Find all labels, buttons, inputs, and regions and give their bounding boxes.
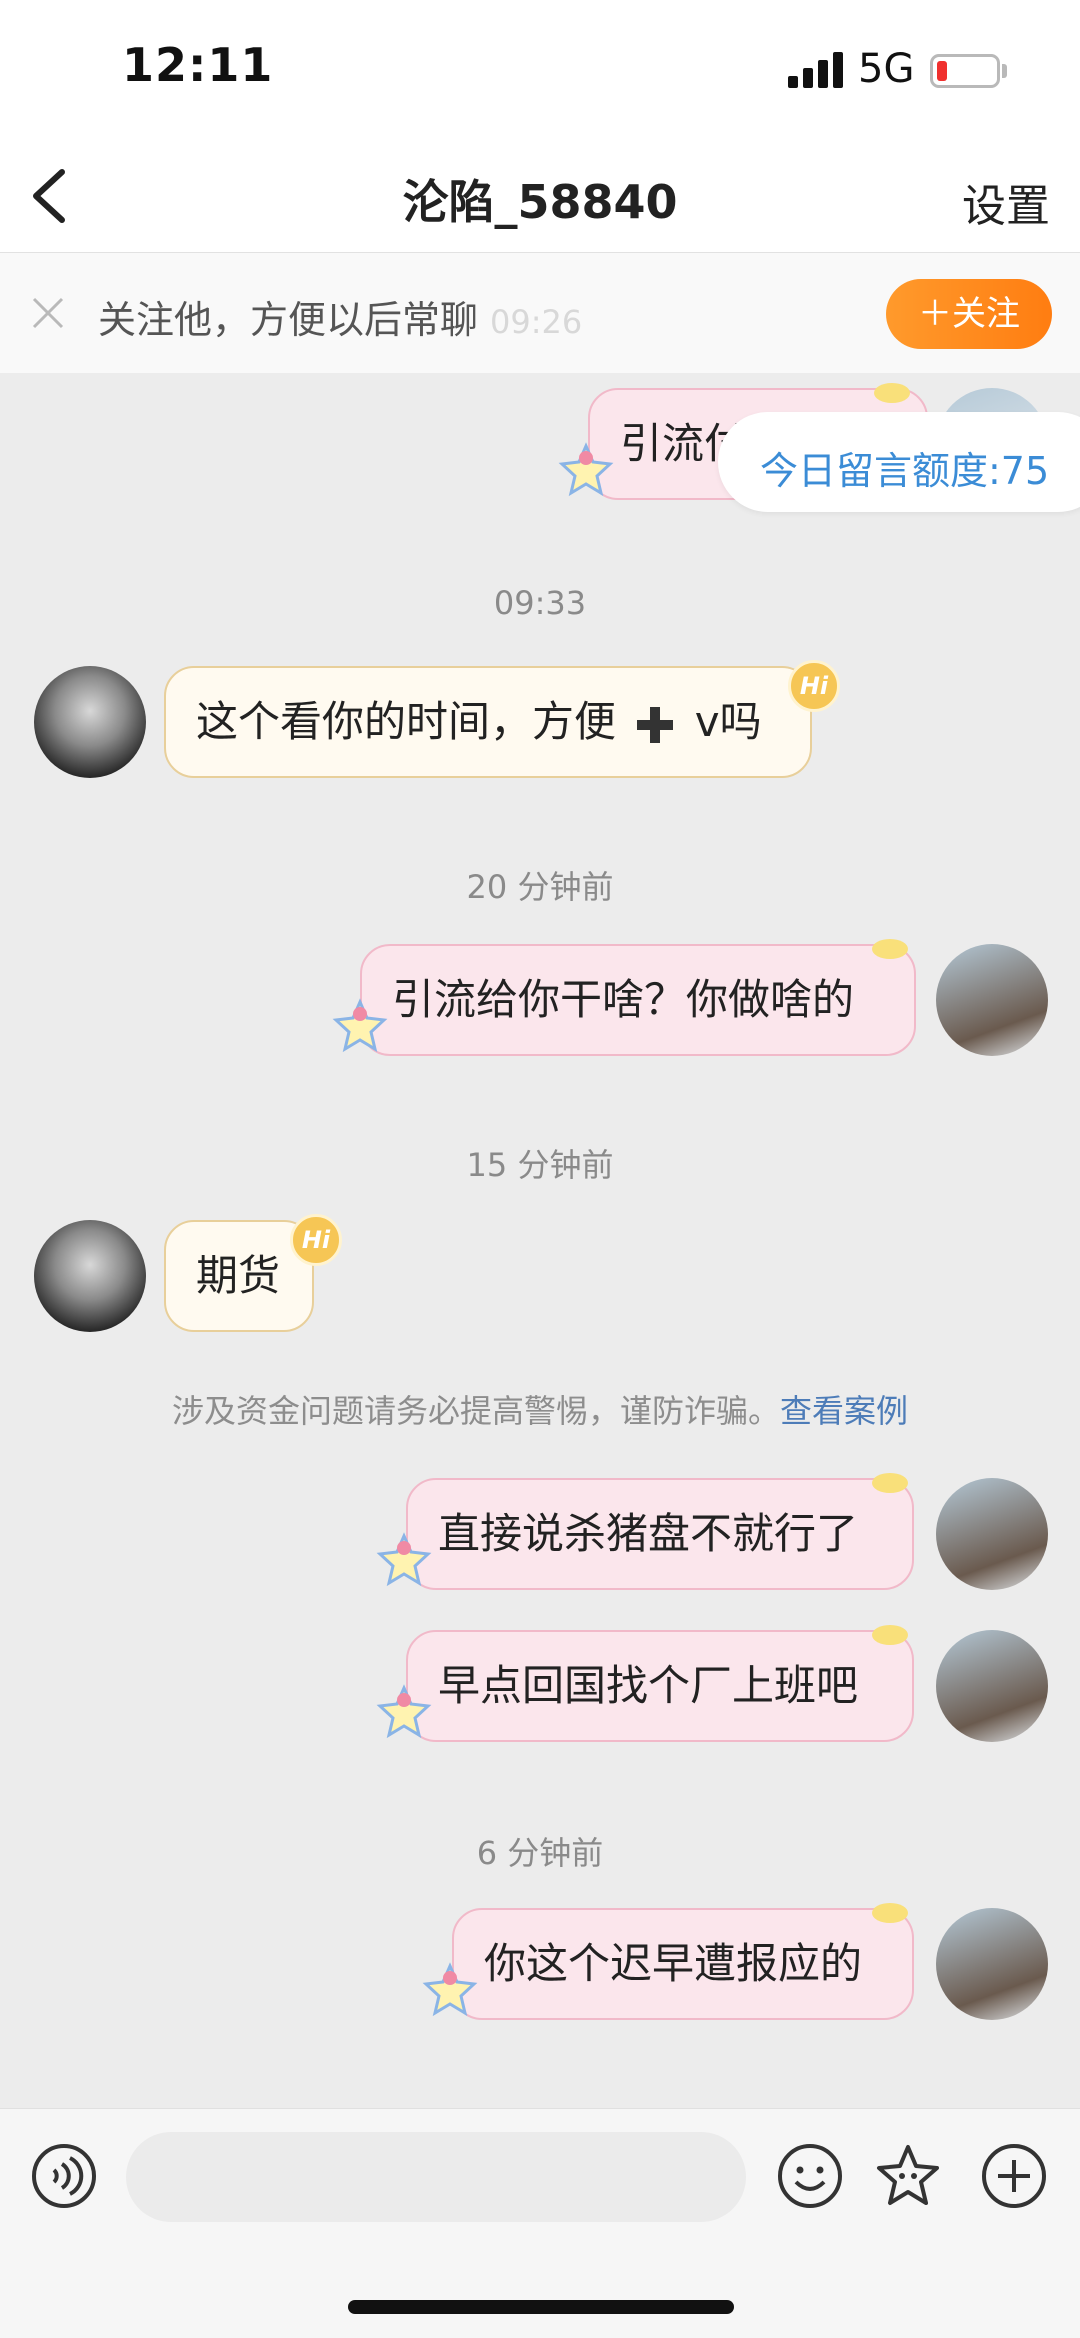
network-type: 5G [858, 46, 915, 92]
timestamp: 6 分钟前 [476, 1834, 604, 1872]
message-bubble-out[interactable]: 你这个迟早遭报应的 [452, 1908, 914, 2020]
contact-avatar[interactable] [34, 666, 146, 778]
message-text: 这个看你的时间，方便 [196, 697, 617, 746]
overlapped-timestamp: 09:26 [490, 303, 583, 341]
sticker-decoration-icon [376, 1684, 432, 1739]
sticker-star-icon[interactable] [874, 2142, 942, 2210]
message-text: 引流给你干啥？你做啥的 [392, 975, 855, 1024]
corner-decoration-icon [872, 1625, 908, 1645]
message-text-suffix: v吗 [694, 697, 762, 746]
message-bubble-out[interactable]: 早点回国找个厂上班吧 [406, 1630, 914, 1742]
sticker-decoration-icon [332, 998, 388, 1053]
status-bar: 12:11 5G [0, 0, 1080, 140]
hi-badge: Hi [290, 1214, 342, 1266]
hi-badge: Hi [788, 660, 840, 712]
my-avatar[interactable] [936, 1478, 1048, 1590]
my-avatar[interactable] [936, 1908, 1048, 2020]
message-bubble-in[interactable]: 这个看你的时间，方便 v吗 [164, 666, 812, 778]
message-bubble-out[interactable]: 直接说杀猪盘不就行了 [406, 1478, 914, 1590]
follow-prompt: 关注他，方便以后常聊 [98, 298, 479, 342]
corner-decoration-icon [872, 1473, 908, 1493]
timestamp: 20 分钟前 [466, 868, 614, 906]
emoji-icon[interactable] [776, 2142, 844, 2210]
message-bubble-out[interactable]: 引流给你干啥？你做啥的 [360, 944, 916, 1056]
corner-decoration-icon [872, 939, 908, 959]
battery-tip [1002, 64, 1007, 78]
close-icon[interactable] [28, 293, 68, 333]
fraud-warning: 涉及资金问题请务必提高警惕，谨防诈骗。查看案例 [0, 1386, 1080, 1432]
timestamp: 15 分钟前 [466, 1146, 614, 1184]
nav-bar: 沦陷_58840 设置 [0, 140, 1080, 253]
plus-emoji-icon [637, 706, 674, 743]
follow-banner: 关注他，方便以后常聊 09:26 ＋关注 [0, 253, 1080, 373]
sticker-decoration-icon [422, 1962, 478, 2017]
follow-button[interactable]: ＋关注 [886, 279, 1052, 349]
warning-text: 涉及资金问题请务必提高警惕，谨防诈骗。 [171, 1392, 780, 1430]
page-title: 沦陷_58840 [402, 175, 678, 229]
message-text: 期货 [196, 1251, 281, 1300]
sticker-decoration-icon [558, 442, 614, 497]
add-icon[interactable] [980, 2142, 1048, 2210]
corner-decoration-icon [874, 383, 910, 403]
my-avatar[interactable] [936, 944, 1048, 1056]
message-input[interactable] [126, 2132, 746, 2222]
voice-icon[interactable] [30, 2142, 98, 2210]
battery-icon [930, 54, 1000, 88]
home-indicator [348, 2300, 734, 2314]
quota-label: 今日留言额度:75 [760, 449, 1050, 493]
quota-badge: 今日留言额度:75 [718, 412, 1080, 512]
message-text: 你这个迟早遭报应的 [484, 1939, 863, 1988]
message-text: 早点回国找个厂上班吧 [438, 1661, 859, 1710]
sticker-decoration-icon [376, 1532, 432, 1587]
view-cases-link[interactable]: 查看案例 [780, 1392, 908, 1430]
status-time: 12:11 [122, 38, 274, 92]
settings-button[interactable]: 设置 [962, 170, 1050, 234]
message-text: 直接说杀猪盘不就行了 [438, 1509, 859, 1558]
timestamp: 09:33 [493, 584, 587, 622]
my-avatar[interactable] [936, 1630, 1048, 1742]
signal-icon [788, 52, 843, 88]
corner-decoration-icon [872, 1903, 908, 1923]
contact-avatar[interactable] [34, 1220, 146, 1332]
